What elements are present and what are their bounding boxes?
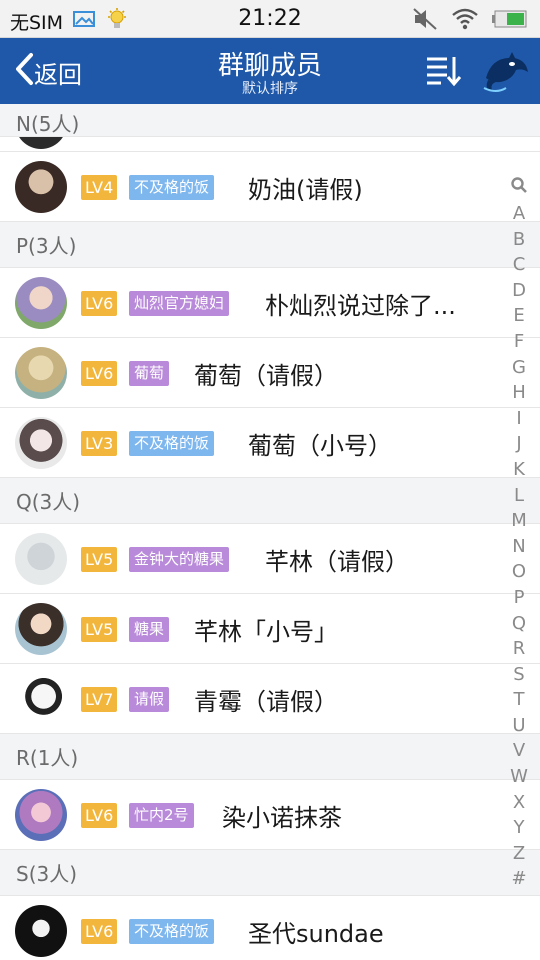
- index-letter[interactable]: G: [510, 355, 528, 381]
- avatar: [15, 137, 67, 149]
- member-name: 奶油(请假): [248, 176, 363, 204]
- list-item[interactable]: LV7 请假 青霉（请假）: [0, 664, 540, 734]
- member-tag: 不及格的饭: [129, 175, 215, 200]
- level-badge: LV6: [81, 291, 118, 316]
- search-icon: [511, 177, 527, 193]
- mute-icon: [412, 7, 438, 35]
- index-letter[interactable]: Z: [510, 841, 528, 867]
- member-name: 朴灿烈说过除了...: [265, 292, 456, 320]
- avatar: [15, 603, 67, 655]
- member-tag: 葡萄: [129, 361, 170, 386]
- list-item[interactable]: LV6 不及格的饭 圣代sundae: [0, 896, 540, 960]
- list-item[interactable]: LV3 不及格的饭 葡萄（小号）: [0, 408, 540, 478]
- index-letter[interactable]: Y: [510, 815, 528, 841]
- level-badge: LV6: [81, 361, 118, 386]
- index-letter[interactable]: T: [510, 687, 528, 713]
- index-letter[interactable]: S: [510, 662, 528, 688]
- list-item[interactable]: LV5 糖果 芊林「小号」: [0, 594, 540, 664]
- level-badge: LV4: [81, 175, 118, 200]
- section-header: N(5人): [0, 104, 540, 137]
- level-badge: LV3: [81, 431, 118, 456]
- level-badge: LV5: [81, 547, 118, 572]
- avatar: [15, 789, 67, 841]
- member-name: 青霉（请假）: [194, 688, 338, 716]
- member-name: 葡萄（小号）: [248, 432, 392, 460]
- avatar: [15, 417, 67, 469]
- index-letter[interactable]: Q: [510, 611, 528, 637]
- avatar: [15, 161, 67, 213]
- index-letter[interactable]: B: [510, 227, 528, 253]
- index-letter[interactable]: A: [510, 201, 528, 227]
- index-letter[interactable]: R: [510, 636, 528, 662]
- member-name: 芊林「小号」: [194, 618, 338, 646]
- battery-icon: [492, 9, 528, 33]
- index-letter[interactable]: F: [510, 329, 528, 355]
- section-header: Q(3人): [0, 478, 540, 524]
- index-letter[interactable]: V: [510, 738, 528, 764]
- member-tag: 金钟大的糖果: [129, 547, 230, 572]
- member-name: 芊林（请假）: [265, 548, 409, 576]
- level-badge: LV7: [81, 687, 118, 712]
- status-bar: 无SIM 21:22: [0, 0, 540, 38]
- member-tag: 请假: [129, 687, 170, 712]
- index-search[interactable]: [510, 176, 528, 198]
- index-letter[interactable]: U: [510, 713, 528, 739]
- alphabet-index[interactable]: A B C D E F G H I J K L M N O P Q R S T U V W X Y Z #: [510, 201, 528, 892]
- level-badge: LV6: [81, 803, 118, 828]
- member-tag: 不及格的饭: [129, 431, 215, 456]
- member-tag: 灿烈官方媳妇: [129, 291, 230, 316]
- index-letter[interactable]: J: [510, 431, 528, 457]
- avatar: [15, 673, 67, 725]
- index-letter[interactable]: X: [510, 790, 528, 816]
- member-name: 圣代sundae: [248, 920, 384, 948]
- index-letter[interactable]: N: [510, 534, 528, 560]
- index-letter[interactable]: L: [510, 483, 528, 509]
- level-badge: LV6: [81, 919, 118, 944]
- avatar: [15, 347, 67, 399]
- member-tag: 不及格的饭: [129, 919, 215, 944]
- index-letter[interactable]: M: [510, 508, 528, 534]
- list-item[interactable]: [0, 137, 540, 152]
- index-letter[interactable]: K: [510, 457, 528, 483]
- index-letter[interactable]: #: [510, 866, 528, 892]
- section-header: P(3人): [0, 222, 540, 268]
- index-letter[interactable]: H: [510, 380, 528, 406]
- index-letter[interactable]: P: [510, 585, 528, 611]
- member-name: 染小诺抹茶: [222, 804, 342, 832]
- index-letter[interactable]: W: [510, 764, 528, 790]
- level-badge: LV5: [81, 617, 118, 642]
- index-letter[interactable]: I: [510, 406, 528, 432]
- member-tag: 忙内2号: [129, 803, 194, 828]
- list-item[interactable]: LV6 灿烈官方媳妇 朴灿烈说过除了...: [0, 268, 540, 338]
- sort-icon: [427, 57, 462, 87]
- index-letter[interactable]: E: [510, 303, 528, 329]
- member-list[interactable]: N(5人) LV4 不及格的饭 奶油(请假) P(3人) LV6 灿烈官方媳妇 …: [0, 104, 540, 960]
- avatar: [15, 905, 67, 957]
- avatar: [15, 533, 67, 585]
- member-name: 葡萄（请假）: [194, 362, 338, 390]
- list-item[interactable]: LV6 忙内2号 染小诺抹茶: [0, 780, 540, 850]
- index-letter[interactable]: C: [510, 252, 528, 278]
- dolphin-avatar-icon[interactable]: [482, 50, 532, 94]
- index-letter[interactable]: D: [510, 278, 528, 304]
- list-item[interactable]: LV4 不及格的饭 奶油(请假): [0, 152, 540, 222]
- section-header: S(3人): [0, 850, 540, 896]
- index-letter[interactable]: O: [510, 559, 528, 585]
- section-header: R(1人): [0, 734, 540, 780]
- sort-button[interactable]: [424, 54, 462, 88]
- list-item[interactable]: LV5 金钟大的糖果 芊林（请假）: [0, 524, 540, 594]
- wifi-icon: [452, 8, 478, 34]
- list-item[interactable]: LV6 葡萄 葡萄（请假）: [0, 338, 540, 408]
- member-tag: 糖果: [129, 617, 170, 642]
- app-header: 返回 群聊成员 默认排序: [0, 38, 540, 104]
- status-right: [412, 7, 528, 35]
- avatar: [15, 277, 67, 329]
